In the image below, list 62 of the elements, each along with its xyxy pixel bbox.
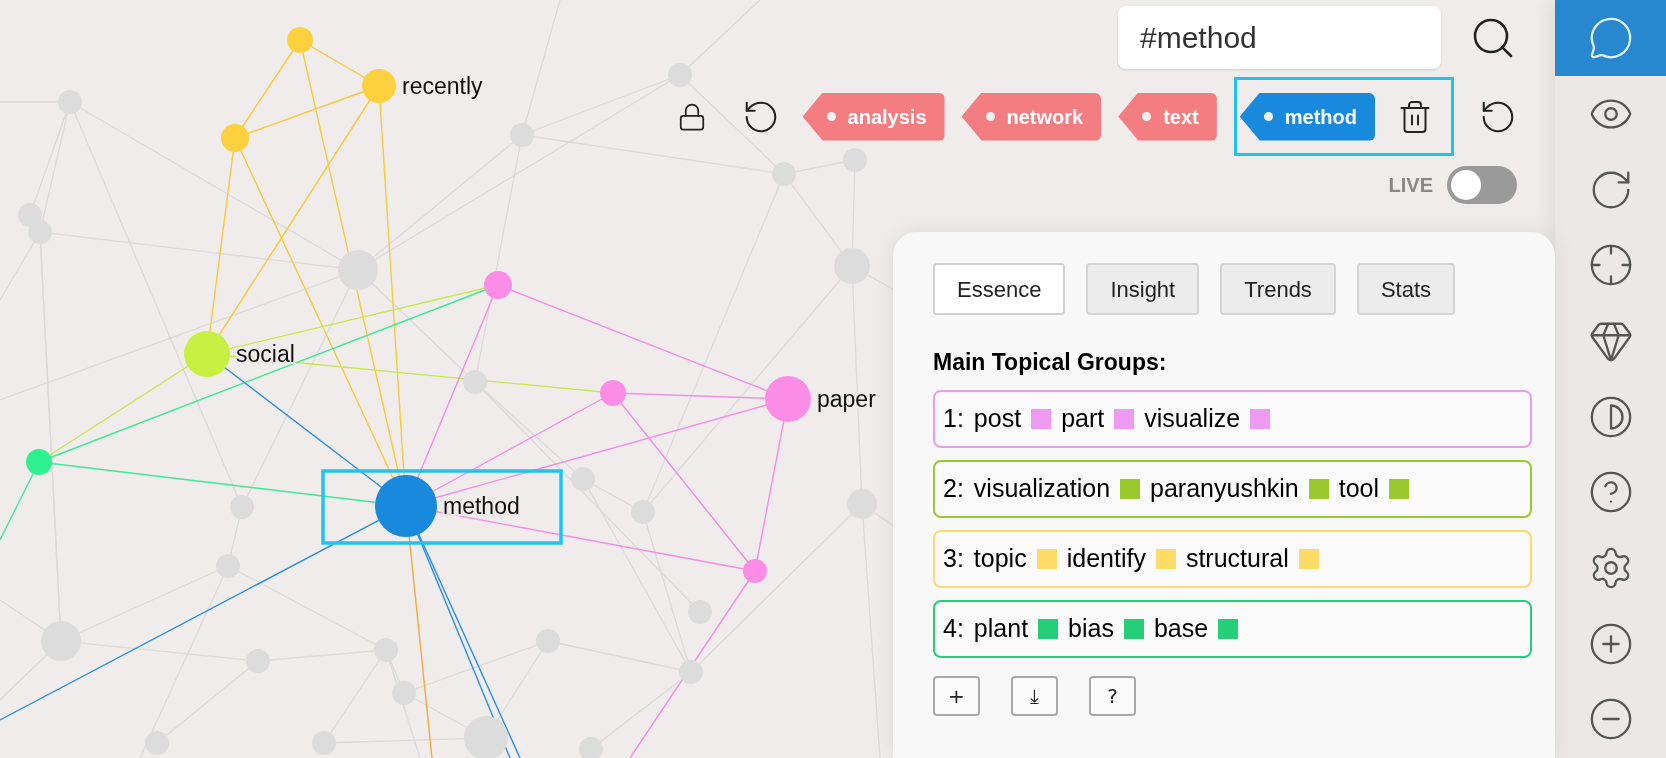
node-label: paper [817,386,876,412]
group-term: plant [973,612,1029,644]
graph-node[interactable] [679,660,703,684]
graph-node[interactable] [184,331,230,377]
node-label: method [443,493,520,519]
color-square-icon [1036,548,1057,569]
graph-node[interactable] [287,27,313,53]
group-term: part [1061,402,1105,434]
panel-tab[interactable]: Stats [1356,263,1455,315]
group-term: tool [1338,472,1380,504]
panel-action-button[interactable]: ? [1089,675,1136,716]
color-square-icon [1389,478,1410,499]
group-number: 3: [943,542,964,574]
graph-node[interactable] [600,380,626,406]
group-term: paranyushkin [1150,472,1299,504]
group-term: visualization [973,472,1111,504]
group-number: 1: [943,402,964,434]
group-term: topic [973,542,1027,574]
search-field[interactable]: #method [1118,6,1441,69]
color-square-icon [1155,548,1176,569]
graph-node[interactable] [463,370,487,394]
color-square-icon [1308,478,1329,499]
color-square-icon [1114,408,1135,429]
graph-node[interactable] [375,475,437,537]
color-square-icon [1120,478,1141,499]
graph-node[interactable] [743,559,767,583]
panel-tab[interactable]: Insight [1086,263,1200,315]
color-square-icon [1218,618,1239,639]
group-term: structural [1185,542,1289,574]
graph-node[interactable] [484,271,512,299]
group-number: 4: [943,612,964,644]
graph-node[interactable] [765,376,811,422]
panel-tab[interactable]: Trends [1220,263,1336,315]
panel-action-button[interactable]: + [933,675,980,716]
color-square-icon [1031,408,1052,429]
group-number: 2: [943,472,964,504]
sidebar-button[interactable] [1555,0,1666,76]
color-square-icon [1250,408,1271,429]
group-term: post [973,402,1022,434]
topic-group[interactable]: 2: visualization paranyushkin tool [933,459,1532,518]
tag-chip[interactable]: method [1239,92,1375,141]
graph-node[interactable] [221,124,249,152]
graph-node[interactable] [26,449,52,475]
live-toggle[interactable] [1447,166,1517,204]
section-heading: Main Topical Groups: [933,348,1168,377]
live-label: LIVE [1388,173,1433,198]
group-term: bias [1068,612,1114,644]
graph-node[interactable] [464,716,508,758]
group-term: base [1153,612,1209,644]
panel-action-button[interactable]: ⤓ [1011,675,1058,716]
color-square-icon [1298,548,1319,569]
graph-node[interactable] [338,250,378,290]
group-term: identify [1066,542,1146,574]
topic-group[interactable]: 4: plant bias base [933,599,1532,658]
node-label: recently [402,73,483,99]
topic-group[interactable]: 1: post part visualize [933,389,1532,448]
color-square-icon [1123,618,1144,639]
panel-tab[interactable]: Essence [933,263,1066,315]
color-square-icon [1038,618,1059,639]
graph-node[interactable] [362,69,396,103]
group-term: visualize [1144,402,1241,434]
topic-group[interactable]: 3: topic identify structural [933,529,1532,588]
